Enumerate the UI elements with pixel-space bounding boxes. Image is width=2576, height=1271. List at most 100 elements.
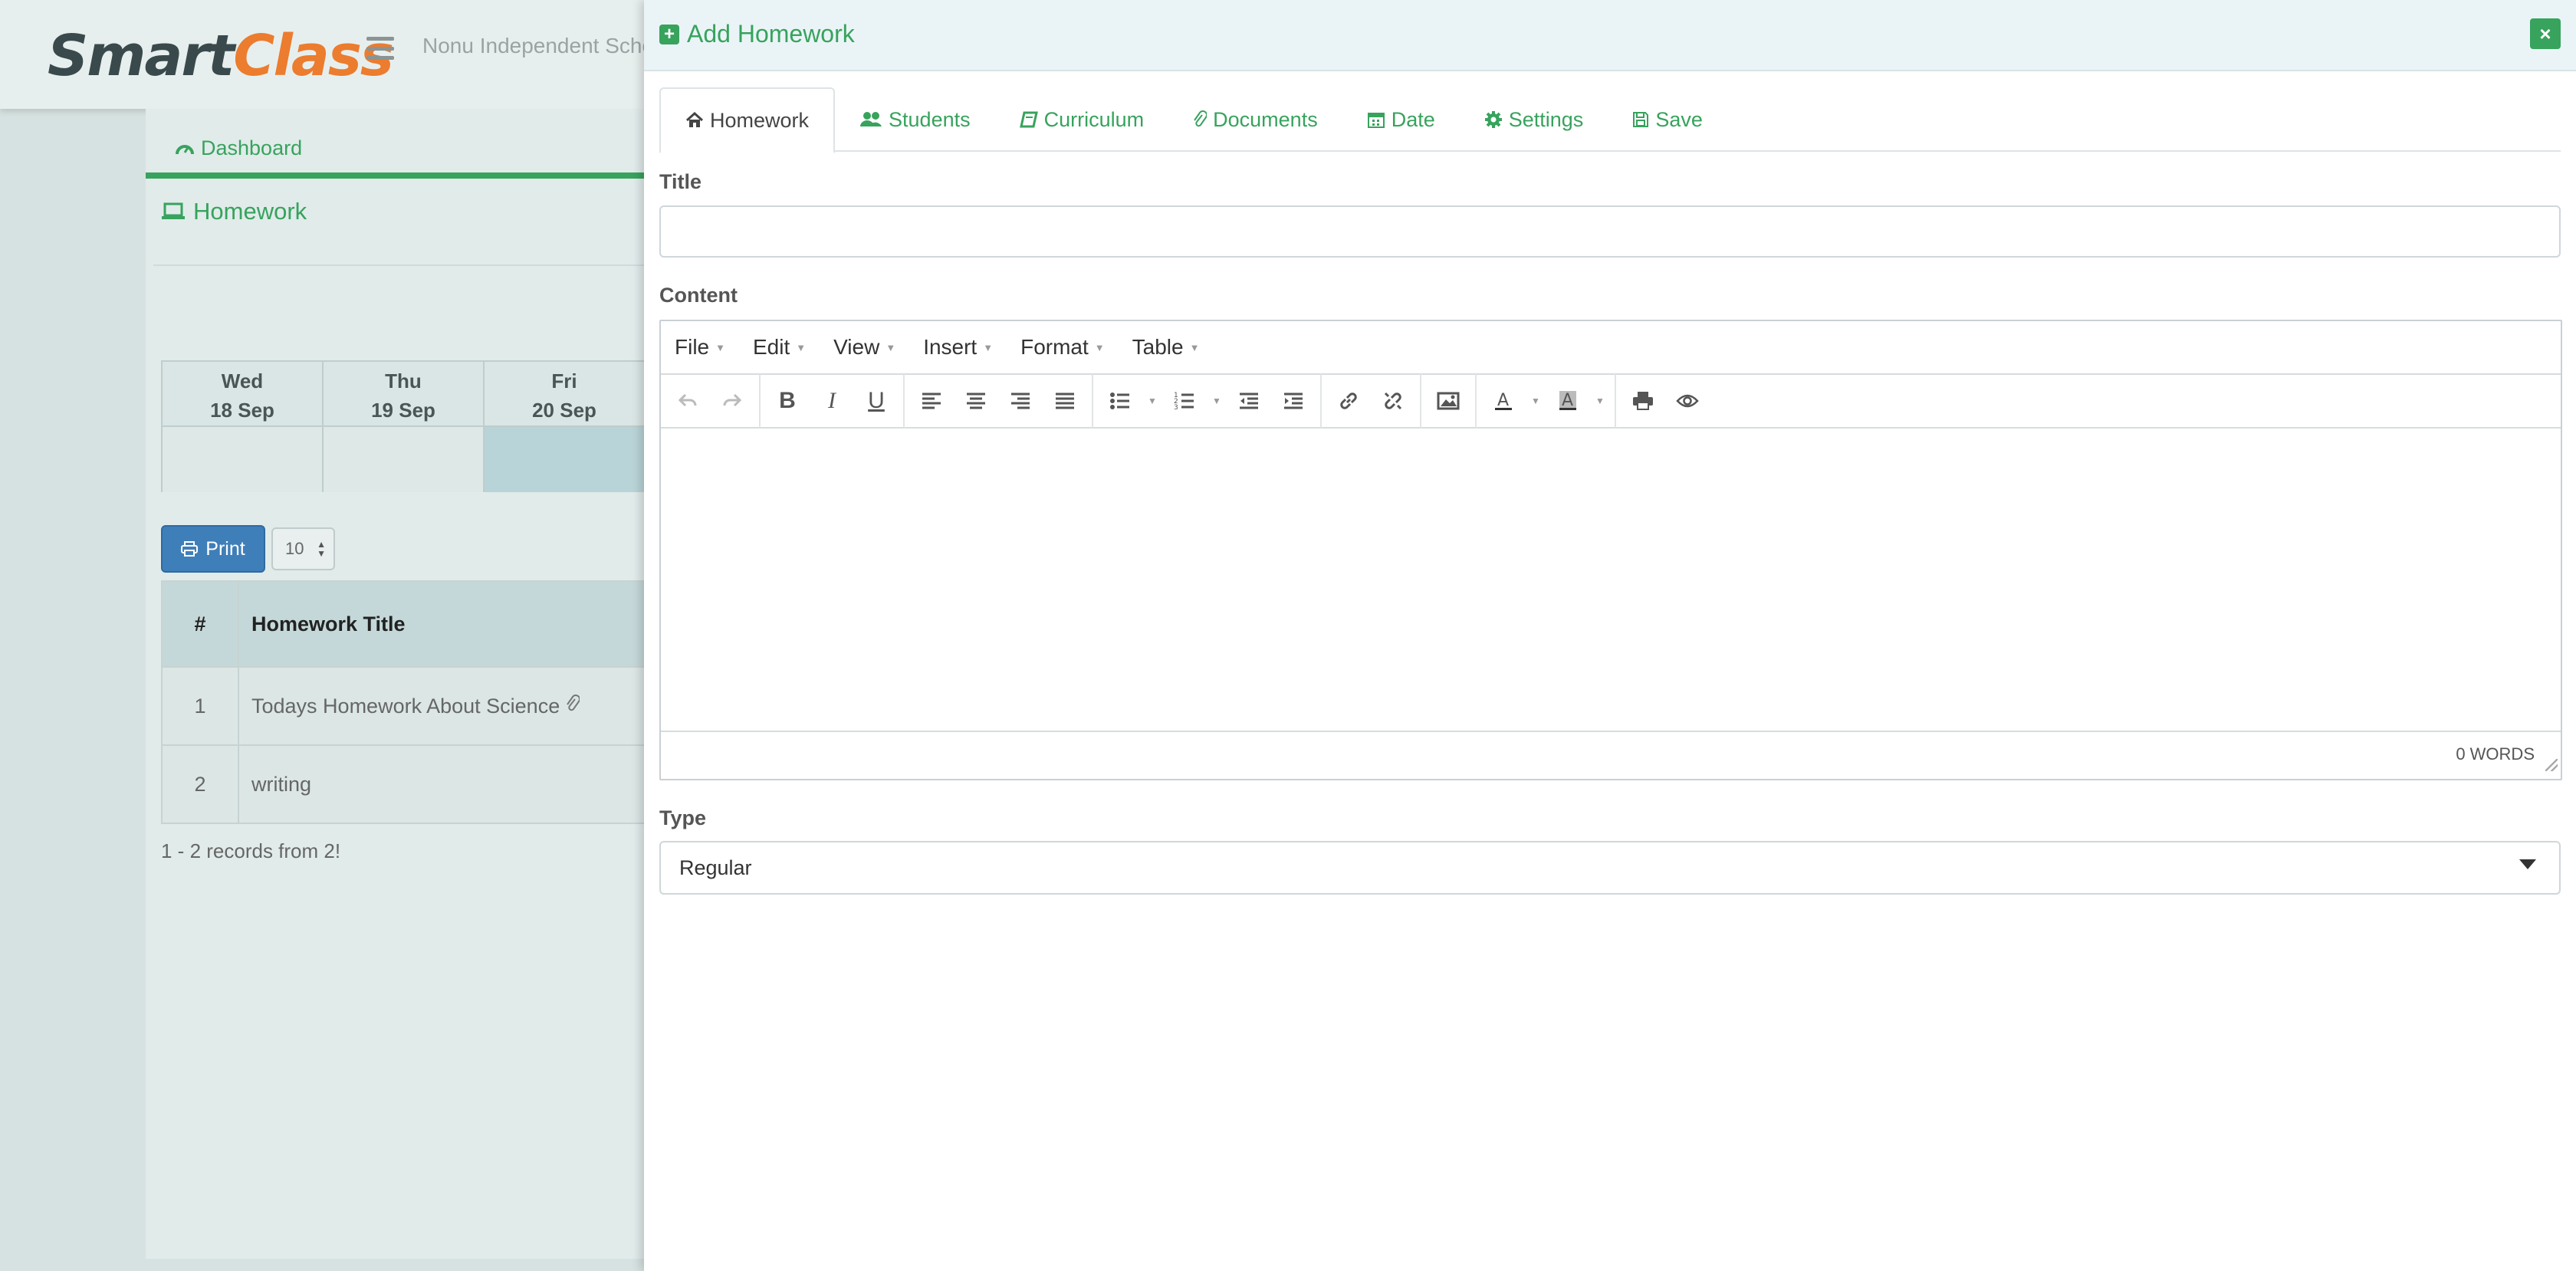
italic-icon[interactable]: I <box>810 379 854 422</box>
table-row[interactable]: 2 writing <box>161 744 682 824</box>
caret-down-icon: ▼ <box>715 341 725 353</box>
tab-label: Save <box>1655 107 1703 131</box>
tab-label: Curriculum <box>1043 107 1145 131</box>
tab-label: Date <box>1391 107 1435 131</box>
editor-content-area[interactable] <box>661 429 2561 732</box>
modal-tabs: Homework Students Curriculum Documents D… <box>659 87 2561 153</box>
close-button[interactable]: × <box>2530 18 2561 49</box>
table-row[interactable]: 1 Todays Homework About Science <box>161 666 682 746</box>
text-color-icon[interactable]: A <box>1481 379 1526 422</box>
title-input[interactable] <box>659 205 2561 258</box>
smartclass-logo[interactable]: SmartClass <box>48 23 394 89</box>
resize-handle-icon[interactable] <box>2545 759 2558 771</box>
print-button[interactable]: Print <box>161 525 265 573</box>
column-header-title[interactable]: Homework Title <box>238 580 682 668</box>
menu-file[interactable]: File ▼ <box>661 335 739 360</box>
tab-homework[interactable]: Homework <box>659 87 836 153</box>
caret-down-icon[interactable]: ▼ <box>1142 396 1162 406</box>
modal-header: + Add Homework × <box>644 0 2576 71</box>
caret-down-icon[interactable]: ▼ <box>1590 396 1610 406</box>
menu-view[interactable]: View ▼ <box>820 335 909 360</box>
color-group: A ▼ A ▼ <box>1477 374 1616 428</box>
printer-icon <box>181 541 199 557</box>
modal-title: + Add Homework <box>659 20 855 48</box>
caret-down-icon: ▼ <box>796 341 807 353</box>
table-header-row: # Homework Title <box>161 580 682 668</box>
bold-icon[interactable]: B <box>765 379 810 422</box>
history-group <box>661 374 761 428</box>
menu-format[interactable]: Format ▼ <box>1007 335 1119 360</box>
paperclip-icon <box>1194 110 1208 127</box>
records-summary: 1 - 2 records from 2! <box>161 839 341 862</box>
rich-text-editor: File ▼ Edit ▼ View ▼ Insert ▼ Format ▼ Table ▼… <box>659 320 2562 780</box>
editor-toolbar: B I U ▼ 123 ▼ A ▼ A ▼ <box>661 374 2561 429</box>
laptop-icon <box>162 202 185 219</box>
calendar-day-fri[interactable]: Fri 20 Sep <box>485 362 646 427</box>
dashboard-link-label: Dashboard <box>201 136 303 159</box>
tab-students[interactable]: Students <box>835 87 995 152</box>
link-group <box>1322 374 1421 428</box>
tab-curriculum[interactable]: Curriculum <box>995 87 1169 152</box>
page-size-select[interactable]: 10 ▲ ▼ <box>271 527 335 570</box>
menu-table[interactable]: Table ▼ <box>1119 335 1214 360</box>
caret-down-icon[interactable]: ▼ <box>1526 396 1546 406</box>
format-group: B I U <box>761 374 905 428</box>
calendar-cell[interactable] <box>163 427 324 492</box>
tab-settings[interactable]: Settings <box>1460 87 1608 152</box>
dropdown-arrow-icon <box>2519 859 2536 869</box>
caret-down-icon[interactable]: ▼ <box>1207 396 1227 406</box>
caret-down-icon: ▼ <box>1189 341 1200 353</box>
tab-label: Settings <box>1508 107 1584 131</box>
users-icon <box>860 112 882 126</box>
calendar-day-wed[interactable]: Wed 18 Sep <box>163 362 324 427</box>
unlink-icon[interactable] <box>1371 379 1415 422</box>
numbered-list-icon[interactable]: 123 <box>1162 379 1207 422</box>
calendar-icon <box>1367 113 1385 128</box>
preview-eye-icon[interactable] <box>1665 379 1710 422</box>
tab-indicator-bar <box>146 172 682 179</box>
tab-documents[interactable]: Documents <box>1168 87 1342 152</box>
row-title: Todays Homework About Science <box>251 694 560 718</box>
bullet-list-icon[interactable] <box>1098 379 1142 422</box>
divider <box>153 264 682 266</box>
align-right-icon[interactable] <box>998 379 1043 422</box>
svg-text:A: A <box>1562 391 1573 410</box>
outdent-icon[interactable] <box>1227 379 1271 422</box>
home-icon <box>685 112 704 127</box>
logo-smart-text: Smart <box>48 23 235 89</box>
undo-icon[interactable] <box>665 379 710 422</box>
type-select-value: Regular <box>679 856 752 879</box>
dashboard-icon <box>176 144 194 154</box>
calendar-day-thu[interactable]: Thu 19 Sep <box>324 362 485 427</box>
indent-icon[interactable] <box>1271 379 1316 422</box>
week-calendar: Wed 18 Sep Thu 19 Sep Fri 20 Sep <box>161 360 684 492</box>
menu-edit[interactable]: Edit ▼ <box>739 335 820 360</box>
tab-label: Homework <box>710 108 810 132</box>
spinner-arrows-icon: ▲ ▼ <box>317 539 326 559</box>
tab-date[interactable]: Date <box>1342 87 1460 152</box>
link-icon[interactable] <box>1326 379 1371 422</box>
editor-statusbar: 0 WORDS <box>661 732 2561 774</box>
align-left-icon[interactable] <box>909 379 954 422</box>
calendar-cell[interactable] <box>324 427 485 492</box>
background-color-icon[interactable]: A <box>1546 379 1590 422</box>
tab-save[interactable]: Save <box>1608 87 1727 152</box>
caret-down-icon: ▼ <box>983 341 994 353</box>
menu-insert[interactable]: Insert ▼ <box>909 335 1007 360</box>
hamburger-menu-icon[interactable] <box>366 37 394 60</box>
print-icon[interactable] <box>1621 379 1665 422</box>
print-button-label: Print <box>205 537 245 560</box>
paperclip-icon <box>566 694 580 711</box>
redo-icon[interactable] <box>710 379 754 422</box>
calendar-cell-selected[interactable] <box>485 427 646 492</box>
image-icon[interactable] <box>1426 379 1470 422</box>
homework-section-title: Homework <box>161 198 307 225</box>
type-select[interactable]: Regular <box>659 841 2561 895</box>
column-header-number[interactable]: # <box>161 580 239 668</box>
book-icon <box>1019 111 1038 128</box>
align-justify-icon[interactable] <box>1043 379 1087 422</box>
align-center-icon[interactable] <box>954 379 998 422</box>
dashboard-link[interactable]: Dashboard <box>175 136 302 160</box>
underline-icon[interactable]: U <box>854 379 899 422</box>
type-label: Type <box>659 806 707 829</box>
